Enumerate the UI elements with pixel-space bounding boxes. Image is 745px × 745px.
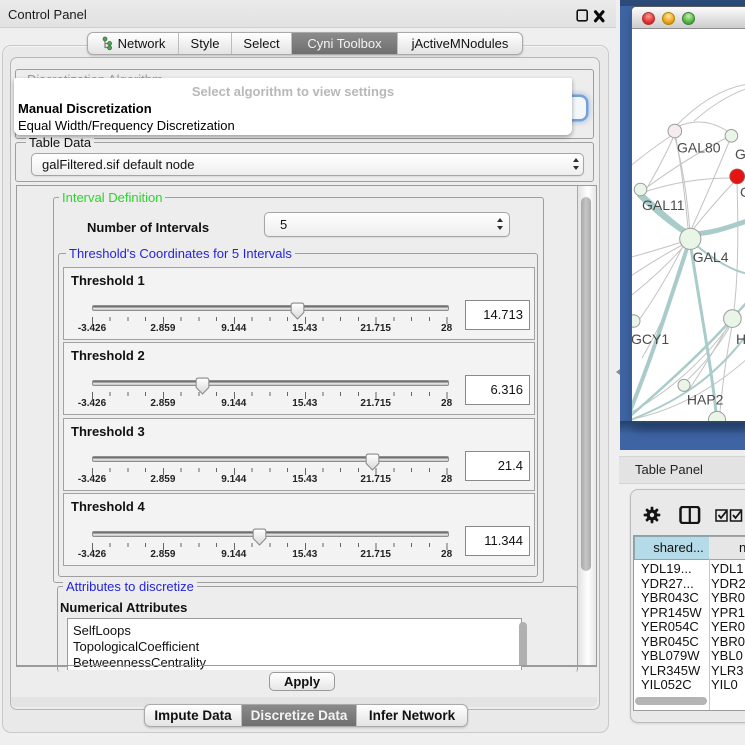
svg-text:GCY1: GCY1 (632, 331, 669, 347)
svg-text:C: C (740, 184, 745, 200)
svg-text:HAP2: HAP2 (687, 392, 724, 408)
svg-text:GA: GA (735, 146, 745, 162)
svg-text:H: H (736, 331, 745, 347)
svg-text:GAL4: GAL4 (693, 249, 729, 265)
svg-text:GAL80: GAL80 (677, 140, 721, 156)
svg-text:GAL11: GAL11 (642, 197, 685, 213)
